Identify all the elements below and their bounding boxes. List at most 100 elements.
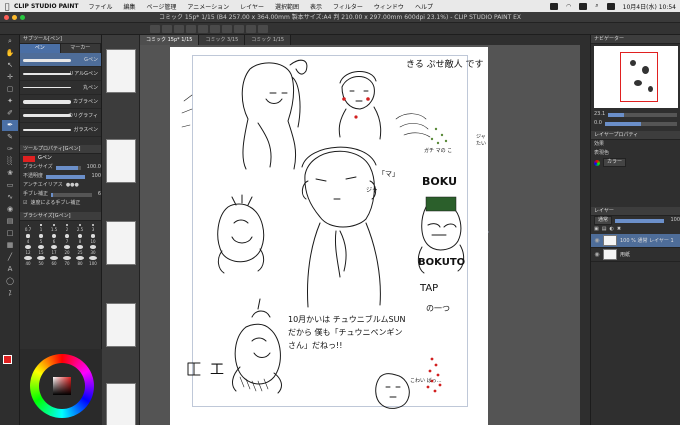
menu-view[interactable]: 表示 — [310, 2, 322, 11]
color-wheel[interactable] — [30, 354, 94, 418]
frame-border-icon[interactable]: ▦ — [2, 240, 18, 251]
correct-line-icon[interactable]: ⁒ — [2, 288, 18, 299]
fill-icon[interactable]: ◉ — [2, 204, 18, 215]
menu-page[interactable]: ページ管理 — [147, 2, 177, 11]
zoom-slider[interactable] — [608, 112, 677, 117]
control-center-icon[interactable] — [606, 2, 615, 10]
zoom-value[interactable]: 23.1 — [594, 110, 605, 119]
main-color-swatch[interactable] — [3, 355, 12, 364]
eraser-icon[interactable]: ▭ — [2, 180, 18, 191]
layer-row-paper[interactable]: ◉ 用紙 — [591, 248, 680, 262]
canvas-paper[interactable]: きる ぷせ敵人 です ガチ マの こ ジャ たい BOKU BOKUTO TAP… — [170, 47, 488, 425]
saturation-value-square[interactable] — [53, 377, 71, 395]
brush-size-option[interactable]: 0.7 — [22, 223, 34, 233]
selection-icon[interactable]: ▢ — [2, 84, 18, 95]
rotation-value[interactable]: 0.0 — [594, 119, 602, 128]
speed-stabilization-row[interactable]: ☑ 速度による手ブレ補正 — [20, 199, 101, 208]
brush-size-option[interactable]: 10 — [87, 234, 99, 244]
brush-size-option[interactable]: 3 — [87, 223, 99, 233]
stabilization-row[interactable]: 手ブレ補正 6 — [20, 190, 101, 199]
brush-size-option[interactable]: 2.5 — [74, 223, 86, 233]
brush-calligraphy[interactable]: カリグラフィ — [20, 109, 101, 123]
brush-maru-pen[interactable]: 丸ペン — [20, 81, 101, 95]
brush-real-g-pen[interactable]: リアルGペン — [20, 67, 101, 81]
navigator-viewport[interactable] — [620, 52, 658, 102]
open-file-icon[interactable] — [162, 24, 172, 33]
clock[interactable]: 10月4日(水) 10:54 — [623, 2, 676, 11]
operation-icon[interactable]: ↖ — [2, 60, 18, 71]
move-layer-icon[interactable]: ✛ — [2, 72, 18, 83]
page-thumbnail[interactable] — [106, 383, 136, 425]
tab-pen[interactable]: ペン — [20, 44, 61, 53]
page-thumbnail[interactable] — [106, 303, 136, 347]
figure-icon[interactable]: □ — [2, 228, 18, 239]
clear-icon[interactable] — [210, 24, 220, 33]
menu-selection[interactable]: 選択範囲 — [275, 2, 299, 11]
pencil-icon[interactable]: ✎ — [2, 132, 18, 143]
status-icon[interactable] — [550, 2, 559, 10]
new-file-icon[interactable] — [150, 24, 160, 33]
eye-icon[interactable]: ◉ — [594, 251, 600, 258]
blend-value-row[interactable]: カラー — [591, 158, 680, 167]
tab-document-3[interactable]: コミック 1/15 — [245, 35, 292, 45]
tab-document-1[interactable]: コミック 15p* 1/15 — [140, 35, 200, 45]
brush-glass-pen[interactable]: ガラスペン — [20, 123, 101, 137]
brush-size-option[interactable]: 4 — [22, 234, 34, 244]
page-thumbnail[interactable] — [106, 221, 136, 265]
brush-size-option[interactable]: 12 — [22, 245, 34, 255]
brush-g-pen[interactable]: Gペン — [20, 53, 101, 67]
brush-kabura-pen[interactable]: カブラペン — [20, 95, 101, 109]
auto-select-icon[interactable]: ✦ — [2, 96, 18, 107]
rotation-slider[interactable] — [604, 121, 677, 126]
brush-icon[interactable]: ✑ — [2, 144, 18, 155]
tab-marker[interactable]: マーカー — [60, 44, 101, 53]
zoom-window-button[interactable] — [20, 15, 25, 20]
text-icon[interactable]: A — [2, 264, 18, 275]
antialias-icon[interactable]: ●●● — [66, 181, 79, 190]
speed-checkbox[interactable]: ☑ — [23, 199, 27, 208]
opacity-row[interactable]: 不透明度 100 — [20, 172, 101, 181]
menu-animation[interactable]: アニメーション — [187, 2, 229, 11]
blend-icon[interactable]: ∿ — [2, 192, 18, 203]
brush-size-option[interactable]: 2 — [61, 223, 73, 233]
brush-size-option[interactable]: 60 — [48, 256, 60, 266]
menu-layer[interactable]: レイヤー — [240, 2, 264, 11]
blend-row[interactable]: 表現色 — [591, 149, 680, 158]
brush-size-option[interactable]: 15 — [35, 245, 47, 255]
menu-file[interactable]: ファイル — [88, 2, 112, 11]
new-layer-icon[interactable]: ▣ — [594, 225, 599, 234]
brush-size-option[interactable]: 5 — [35, 234, 47, 244]
zoom-row[interactable]: 23.1 — [591, 110, 680, 119]
brush-size-option[interactable]: 40 — [22, 256, 34, 266]
brush-size-option[interactable]: 7 — [61, 234, 73, 244]
stabilization-slider[interactable] — [51, 192, 92, 197]
wifi-icon[interactable]: ◠ — [566, 3, 571, 10]
menu-edit[interactable]: 編集 — [124, 2, 136, 11]
layer-blend-row[interactable]: 通常 100 — [591, 216, 680, 225]
menu-window[interactable]: ウィンドウ — [374, 2, 404, 11]
delete-layer-icon[interactable]: ✖ — [617, 225, 621, 234]
decoration-icon[interactable]: ❀ — [2, 168, 18, 179]
gradient-icon[interactable]: ▤ — [2, 216, 18, 227]
ruler-snap-icon[interactable] — [258, 24, 268, 33]
brush-size-option[interactable]: 30 — [87, 245, 99, 255]
transform-icon[interactable] — [222, 24, 232, 33]
brush-size-option[interactable]: 20 — [61, 245, 73, 255]
brush-size-option[interactable]: 80 — [74, 256, 86, 266]
app-menu[interactable]: CLIP STUDIO PAINT — [14, 3, 78, 10]
layer-folder-icon[interactable]: ▤ — [602, 225, 607, 234]
navigator-preview[interactable] — [594, 46, 678, 108]
blend-dropdown[interactable]: カラー — [603, 158, 627, 167]
snap-icon[interactable] — [246, 24, 256, 33]
minimize-window-button[interactable] — [12, 15, 17, 20]
eye-icon[interactable]: ◉ — [594, 237, 600, 244]
opacity-slider[interactable] — [46, 174, 86, 179]
brush-size-option[interactable]: 1 — [35, 223, 47, 233]
tab-document-2[interactable]: コミック 3/15 — [199, 35, 246, 45]
brush-size-option[interactable]: 100 — [87, 256, 99, 266]
pen-icon[interactable]: ✒ — [2, 120, 18, 131]
eyedropper-icon[interactable]: ✐ — [2, 108, 18, 119]
mask-icon[interactable]: ◐ — [609, 225, 613, 234]
redo-icon[interactable] — [198, 24, 208, 33]
balloon-icon[interactable]: ◯ — [2, 276, 18, 287]
